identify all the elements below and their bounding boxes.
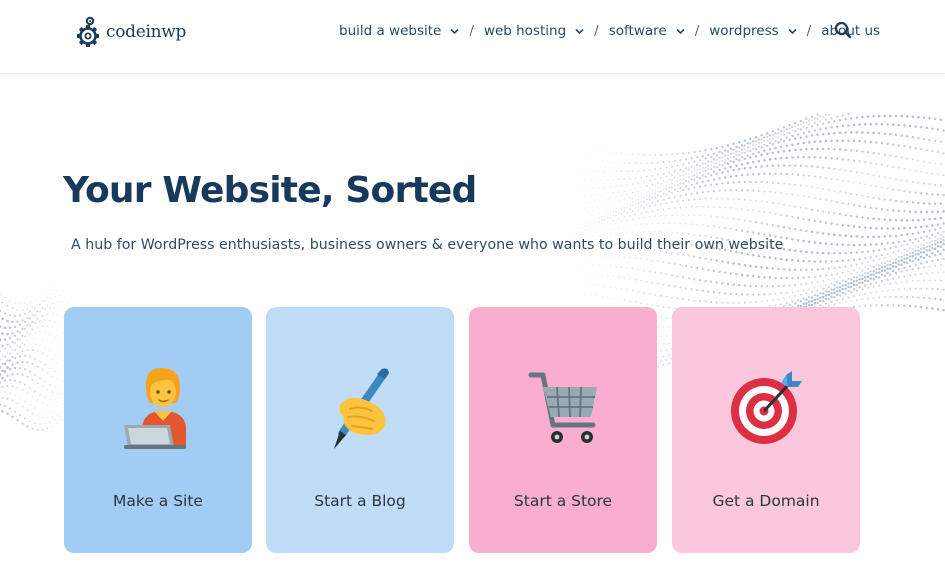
search-icon[interactable] xyxy=(834,21,852,39)
chevron-down-icon xyxy=(450,28,459,34)
nav-item-web-hosting[interactable]: web hosting xyxy=(484,23,584,39)
writing-hand-icon xyxy=(334,368,389,449)
card-label: Get a Domain xyxy=(712,492,820,510)
nav-item-software[interactable]: software xyxy=(609,23,685,39)
start-a-store-card[interactable]: Start a Store xyxy=(469,307,657,553)
page-subtitle: A hub for WordPress enthusiasts, busines… xyxy=(71,237,784,253)
nav-separator: / xyxy=(694,23,700,39)
chevron-down-icon xyxy=(788,28,797,34)
nav-item-label: software xyxy=(608,23,667,39)
nav-item-label: web hosting xyxy=(483,23,567,39)
nav-separator: / xyxy=(594,23,599,39)
direct-hit-icon xyxy=(731,371,802,444)
page-title: Your Website, Sorted xyxy=(63,170,477,211)
logo-text: codeinwp xyxy=(106,22,187,42)
card-label: Make a Site xyxy=(113,492,203,510)
nav-item-label: wordpress xyxy=(709,23,779,39)
site-header: codeinwp build a website / web hosting /… xyxy=(0,0,945,74)
technologist-icon xyxy=(124,367,186,449)
gear-logo-icon xyxy=(77,16,99,47)
chevron-down-icon xyxy=(575,28,584,34)
nav-item-wordpress[interactable]: wordpress xyxy=(709,23,797,39)
nav-item-label: build a website xyxy=(339,23,442,39)
make-a-site-card[interactable]: Make a Site xyxy=(64,307,252,553)
card-label: Start a Store xyxy=(513,492,613,510)
chevron-down-icon xyxy=(676,28,685,34)
nav-separator: / xyxy=(469,23,474,39)
main-nav: build a website / web hosting / software… xyxy=(339,20,880,42)
logo[interactable]: codeinwp xyxy=(76,14,186,50)
shopping-cart-icon xyxy=(528,372,597,443)
nav-separator: / xyxy=(806,23,812,39)
start-a-blog-card[interactable]: Start a Blog xyxy=(266,307,454,553)
card-label: Start a Blog xyxy=(314,492,406,510)
nav-item-build-a-website[interactable]: build a website xyxy=(339,23,459,39)
get-a-domain-card[interactable]: Get a Domain xyxy=(672,307,860,553)
